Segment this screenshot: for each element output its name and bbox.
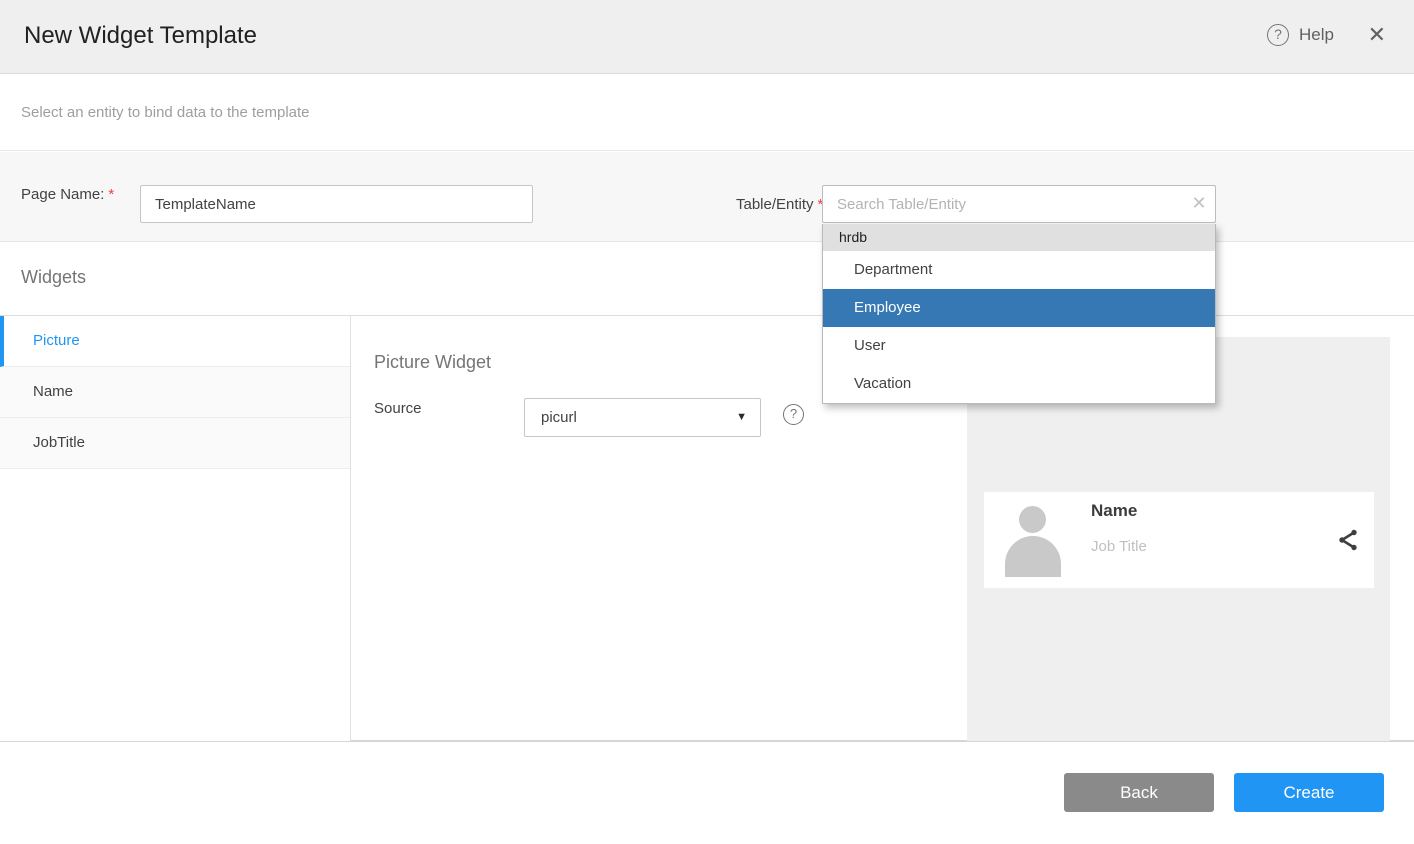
create-button[interactable]: Create xyxy=(1234,773,1384,812)
dropdown-item-employee-selected[interactable]: Employee xyxy=(823,289,1215,327)
sidebar-item-picture[interactable]: Picture xyxy=(0,316,350,367)
widgets-section-title: Widgets xyxy=(21,267,86,288)
page-title: New Widget Template xyxy=(24,22,257,50)
page-name-label: Page Name:* xyxy=(21,186,114,203)
page-name-input[interactable] xyxy=(140,185,533,223)
dropdown-item-user[interactable]: User xyxy=(823,327,1215,365)
preview-name-text: Name xyxy=(1091,501,1137,521)
dialog-header: New Widget Template ? Help ✕ xyxy=(0,0,1414,74)
source-label: Source xyxy=(374,400,422,417)
close-icon[interactable]: ✕ xyxy=(1368,22,1386,48)
dropdown-group-header: hrdb xyxy=(823,224,1215,251)
widget-sidebar: Picture Name JobTitle xyxy=(0,316,351,741)
preview-jobtitle-text: Job Title xyxy=(1091,538,1147,555)
help-label[interactable]: Help xyxy=(1299,25,1334,45)
preview-card: Name Job Title xyxy=(984,492,1374,588)
help-icon[interactable]: ? xyxy=(1267,24,1289,46)
dropdown-item-vacation[interactable]: Vacation xyxy=(823,365,1215,403)
help-button[interactable]: ? Help xyxy=(1267,24,1334,46)
new-widget-template-dialog: New Widget Template ? Help ✕ Select an e… xyxy=(0,0,1414,844)
picture-widget-title: Picture Widget xyxy=(374,352,491,373)
table-entity-label: Table/Entity* xyxy=(736,196,823,213)
person-silhouette-icon xyxy=(1002,503,1064,577)
back-button[interactable]: Back xyxy=(1064,773,1214,812)
required-asterisk: * xyxy=(108,186,114,203)
source-select-value: picurl xyxy=(541,409,577,426)
subtitle-band: Select an entity to bind data to the tem… xyxy=(0,75,1414,151)
clear-search-icon[interactable]: ✕ xyxy=(1188,192,1210,214)
source-select[interactable]: picurl ▼ xyxy=(524,398,761,437)
subtitle-text: Select an entity to bind data to the tem… xyxy=(21,104,310,121)
table-entity-dropdown: hrdb Department Employee User Vacation xyxy=(822,224,1216,404)
chevron-down-icon: ▼ xyxy=(736,399,747,436)
share-icon xyxy=(1336,528,1360,552)
sidebar-item-name[interactable]: Name xyxy=(0,367,350,418)
table-entity-search-input[interactable] xyxy=(822,185,1216,223)
sidebar-item-jobtitle[interactable]: JobTitle xyxy=(0,418,350,469)
dropdown-item-department[interactable]: Department xyxy=(823,251,1215,289)
source-help-icon[interactable]: ? xyxy=(783,404,804,425)
